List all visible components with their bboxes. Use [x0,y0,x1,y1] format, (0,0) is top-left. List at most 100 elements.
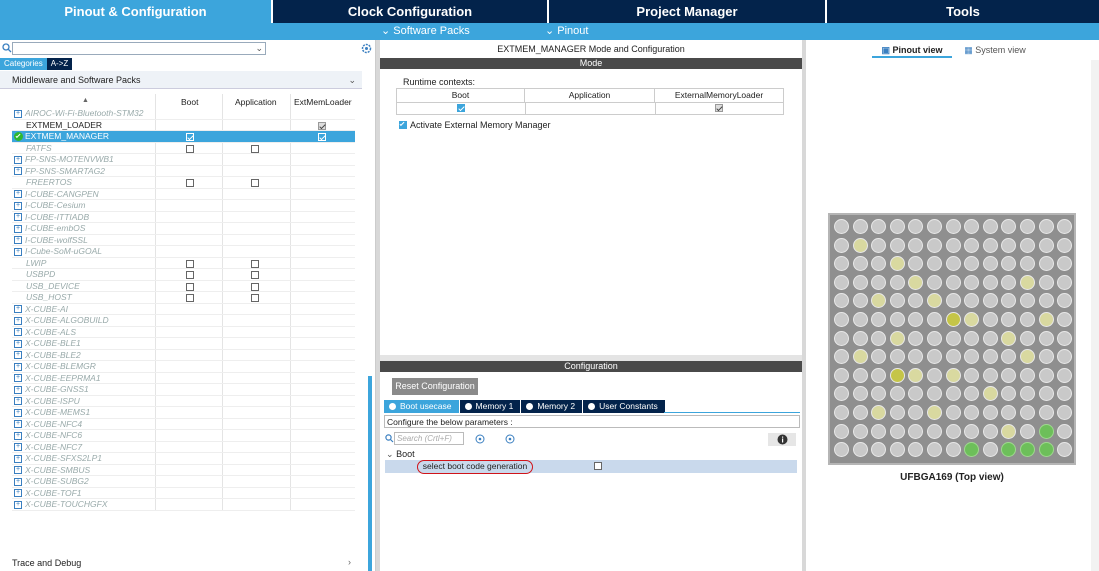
pin-ball[interactable] [1057,256,1073,272]
pin-ball[interactable] [1020,367,1035,383]
table-row[interactable]: + I-CUBE-Cesium [12,200,355,212]
pin-ball[interactable] [1057,367,1073,383]
pin-ball[interactable] [1020,423,1035,439]
pin-ball[interactable] [871,367,887,383]
pin-ball[interactable] [982,442,998,458]
pin-ball[interactable] [1038,312,1054,327]
pin-ball[interactable] [1001,423,1017,439]
search-input[interactable]: ⌄ [12,42,266,55]
pin-ball[interactable] [852,237,868,253]
expand-icon[interactable]: + [14,224,22,233]
pin-ball[interactable] [1020,237,1035,253]
pin-ball[interactable] [889,423,905,439]
gear-icon[interactable] [361,43,372,54]
pin-ball[interactable] [908,237,924,253]
pin-ball[interactable] [1038,405,1054,420]
scrollbar[interactable] [368,376,372,571]
row-boot-checkbox[interactable] [186,282,194,291]
table-row[interactable]: EXTMEM_LOADER [12,120,355,131]
expand-icon[interactable]: + [14,155,22,164]
expand-all-icon[interactable] [475,434,485,444]
expand-icon[interactable]: + [14,466,22,475]
expand-icon[interactable]: + [14,374,22,383]
table-row[interactable]: + X-CUBE-BLE1 [12,338,355,350]
pin-ball[interactable] [964,293,980,309]
pin-ball[interactable] [1020,386,1035,402]
table-row[interactable]: + X-CUBE-TOUCHGFX [12,499,355,511]
right-scrollbar[interactable] [1091,60,1099,571]
chevron-right-icon[interactable]: › [348,557,351,567]
row-boot-checkbox[interactable] [186,259,194,268]
pin-ball[interactable] [982,312,998,327]
pin-ball[interactable] [945,442,961,458]
table-row[interactable]: + X-CUBE-SUBG2 [12,476,355,488]
ctx-boot-checkbox[interactable] [457,104,465,112]
pin-ball[interactable] [964,442,980,458]
pin-ball[interactable] [1001,312,1017,327]
pin-ball[interactable] [927,367,942,383]
pin-ball[interactable] [1001,367,1017,383]
table-row[interactable]: + I-CUBE-ITTIADB [12,212,355,223]
expand-icon[interactable]: + [14,190,22,199]
table-row[interactable]: + FP-SNS-MOTENVWB1 [12,154,355,166]
tab-project-manager[interactable]: Project Manager [549,0,827,23]
pin-ball[interactable] [834,237,849,253]
pin-ball[interactable] [945,219,961,234]
pin-ball[interactable] [852,330,868,346]
pin-ball[interactable] [871,423,887,439]
pin-ball[interactable] [945,237,961,253]
pin-ball[interactable] [945,405,961,420]
pin-ball[interactable] [1057,349,1073,365]
pin-ball[interactable] [871,274,887,290]
pin-ball[interactable] [1001,386,1017,402]
pin-ball[interactable] [927,219,942,234]
pin-ball[interactable] [927,423,942,439]
pin-ball[interactable] [1020,312,1035,327]
pin-ball[interactable] [889,330,905,346]
expand-icon[interactable]: + [14,397,22,406]
pin-ball[interactable] [982,293,998,309]
pin-ball[interactable] [871,349,887,365]
pin-ball[interactable] [982,237,998,253]
expand-icon[interactable]: + [14,316,22,325]
expand-icon[interactable]: + [14,109,22,118]
table-row[interactable]: + I-Cube-SoM-uGOAL [12,246,355,258]
pin-ball[interactable] [1020,274,1035,290]
pin-ball[interactable] [1057,442,1073,458]
trace-debug-section[interactable]: Trace and Debug [12,558,81,568]
pin-ball[interactable] [1020,349,1035,365]
pin-ball[interactable] [1001,256,1017,272]
pin-ball[interactable] [927,330,942,346]
row-application-checkbox[interactable] [251,144,259,153]
tab-system-view[interactable]: ▦ System view [960,44,1030,58]
pin-ball[interactable] [871,330,887,346]
pin-ball[interactable] [908,219,924,234]
pin-ball[interactable] [889,386,905,402]
expand-icon[interactable]: + [14,477,22,486]
pin-ball[interactable] [889,367,905,383]
pin-ball[interactable] [852,256,868,272]
table-row[interactable]: + X-CUBE-TOF1 [12,488,355,499]
pin-ball[interactable] [1057,293,1073,309]
pin-ball[interactable] [908,312,924,327]
pin-ball[interactable] [945,367,961,383]
pin-ball[interactable] [1057,274,1073,290]
pin-ball[interactable] [871,312,887,327]
table-row[interactable]: USBPD [12,269,355,281]
pin-ball[interactable] [834,293,849,309]
tab-pinout-configuration[interactable]: Pinout & Configuration [0,0,273,23]
table-row[interactable]: + I-CUBE-embOS [12,223,355,235]
pin-ball[interactable] [1038,442,1054,458]
pin-ball[interactable] [1001,237,1017,253]
pin-ball[interactable] [982,405,998,420]
pin-ball[interactable] [1038,423,1054,439]
pin-ball[interactable] [927,405,942,420]
boot-code-generation-checkbox[interactable] [594,462,602,470]
table-row[interactable]: + X-CUBE-ALS [12,327,355,338]
pin-ball[interactable] [852,312,868,327]
table-row[interactable]: + X-CUBE-AI [12,304,355,315]
pin-ball[interactable] [1020,256,1035,272]
pin-ball[interactable] [871,256,887,272]
table-row[interactable]: + X-CUBE-MEMS1 [12,407,355,419]
pin-ball[interactable] [908,274,924,290]
